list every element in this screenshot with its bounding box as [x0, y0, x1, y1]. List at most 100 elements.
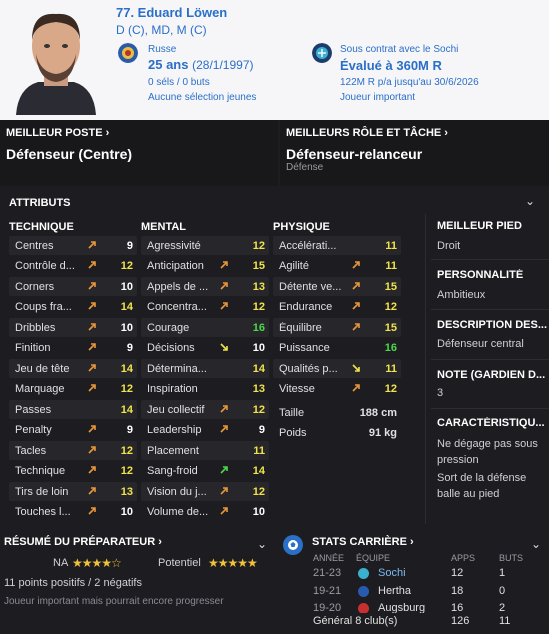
attribute-name: Technique	[15, 465, 66, 477]
attribute-value: 12	[252, 403, 265, 416]
mental-title: MENTAL	[141, 221, 187, 233]
attribute-value: 11	[385, 260, 397, 272]
attribute-row-physique[interactable]: Équilibre 15	[273, 318, 401, 337]
attribute-row-technique[interactable]: Dribbles 10	[9, 318, 137, 337]
attribute-row-mental[interactable]: Vision du j... 12	[141, 482, 269, 501]
club-badge-icon	[312, 43, 332, 63]
attribute-row-technique[interactable]: Contrôle d... 12	[9, 257, 137, 276]
attribute-row-technique[interactable]: Passes 14	[9, 400, 137, 419]
attribute-value: 15	[252, 260, 265, 272]
attribute-row-mental[interactable]: Appels de ... 13	[141, 277, 269, 296]
trend-arrow-icon	[87, 506, 97, 518]
trend-arrow-icon	[87, 301, 97, 313]
contract-club[interactable]: Sous contrat avec le Sochi	[340, 44, 458, 55]
attribute-name: Contrôle d...	[15, 260, 75, 272]
trend-arrow-icon	[219, 342, 229, 354]
attribute-name: Jeu de tête	[15, 362, 70, 375]
media-description-label: DESCRIPTION DES...	[437, 319, 547, 331]
attribute-value: 10	[120, 280, 133, 293]
total-goals: 11	[499, 615, 511, 627]
attribute-row-physique[interactable]: Détente ve... 15	[273, 277, 401, 296]
attribute-row-technique[interactable]: Technique 12	[9, 462, 137, 481]
trend-arrow-icon	[219, 465, 229, 477]
goalkeeper-rating-label: NOTE (GARDIEN D...	[437, 369, 546, 381]
attribute-row-mental[interactable]: Détermina... 14	[141, 359, 269, 378]
best-position-panel[interactable]: MEILLEUR POSTE › Défenseur (Centre)	[0, 120, 278, 186]
trend-arrow-icon	[351, 383, 361, 395]
trait-2: Sort de la défense balle au pied	[437, 472, 527, 500]
youth-caps: Aucune sélection jeunes	[148, 92, 257, 103]
attribute-row-mental[interactable]: Décisions 10	[141, 339, 269, 358]
attribute-name: Volume de...	[147, 506, 209, 518]
trend-arrow-icon	[219, 506, 229, 518]
attribute-row-technique[interactable]: Tacles 12	[9, 441, 137, 460]
attribute-row-mental[interactable]: Inspiration 13	[141, 380, 269, 399]
attribute-row-technique[interactable]: Marquage 12	[9, 380, 137, 399]
attribute-name: Placement	[147, 444, 199, 457]
attribute-row-mental[interactable]: Anticipation 15	[141, 257, 269, 276]
attribute-row-technique[interactable]: Corners 10	[9, 277, 137, 296]
attribute-row-technique[interactable]: Touches l... 10	[9, 503, 137, 522]
attribute-row-mental[interactable]: Volume de... 10	[141, 503, 269, 522]
attribute-value: 13	[252, 280, 265, 293]
col-club: ÉQUIPE	[356, 553, 391, 563]
weight-value: 91 kg	[368, 426, 397, 439]
attribute-row-technique[interactable]: Coups fra... 14	[9, 298, 137, 317]
attribute-name: Touches l...	[15, 506, 71, 518]
nationality[interactable]: Russe	[148, 44, 176, 55]
personality-value: Ambitieux	[437, 289, 486, 301]
attribute-value: 11	[385, 239, 397, 252]
coach-report-panel[interactable]: RÉSUMÉ DU PRÉPARATEUR › ⌄ NA ★★★★☆ Poten…	[0, 528, 277, 634]
chevron-right-icon: ›	[444, 127, 448, 139]
trend-arrow-icon	[219, 424, 229, 436]
chevron-down-icon[interactable]: ⌄	[531, 537, 541, 551]
attributes-title: ATTRIBUTS	[9, 197, 71, 209]
attribute-name: Décisions	[147, 342, 195, 354]
career-stats-title: STATS CARRIÈRE ›	[312, 536, 414, 548]
attribute-row-technique[interactable]: Tirs de loin 13	[9, 482, 137, 501]
trait-1: Ne dégage pas sous pression	[437, 438, 538, 466]
attribute-value: 12	[252, 485, 265, 498]
attribute-row-technique[interactable]: Jeu de tête 14	[9, 359, 137, 378]
chevron-down-icon[interactable]: ⌄	[525, 194, 535, 208]
attribute-row-technique[interactable]: Finition 9	[9, 339, 137, 358]
attribute-row-mental[interactable]: Sang-froid 14	[141, 462, 269, 481]
attribute-value: 12	[120, 260, 133, 272]
chevron-right-icon: ›	[158, 536, 162, 548]
player-name[interactable]: 77. Eduard Löwen	[116, 5, 227, 20]
total-label: Général 8 club(s)	[313, 615, 398, 627]
attribute-row-technique[interactable]: Centres 9	[9, 236, 137, 255]
chevron-down-icon[interactable]: ⌄	[257, 537, 267, 551]
trend-arrow-icon	[87, 486, 97, 498]
attributes-header[interactable]: ATTRIBUTS ⌄	[0, 192, 549, 214]
attribute-value: 11	[253, 444, 265, 457]
attribute-row-mental[interactable]: Placement 11	[141, 441, 269, 460]
trend-arrow-icon	[87, 342, 97, 354]
attribute-row-technique[interactable]: Penalty 9	[9, 421, 137, 440]
attribute-row-physique[interactable]: Accélérati... 11	[273, 236, 401, 255]
attribute-row-physique[interactable]: Vitesse 12	[273, 380, 401, 399]
player-photo	[8, 2, 104, 115]
attribute-value: 12	[120, 465, 133, 477]
attribute-row-physique[interactable]: Endurance 12	[273, 298, 401, 317]
attribute-row-mental[interactable]: Concentra... 12	[141, 298, 269, 317]
attribute-name: Accélérati...	[279, 239, 337, 252]
attribute-value: 9	[126, 424, 133, 436]
trend-arrow-icon	[351, 281, 361, 293]
attribute-row-mental[interactable]: Courage 16	[141, 318, 269, 337]
attribute-row-mental[interactable]: Agressivité 12	[141, 236, 269, 255]
attribute-row-mental[interactable]: Jeu collectif 12	[141, 400, 269, 419]
attribute-row-mental[interactable]: Leadership 9	[141, 421, 269, 440]
attribute-name: Finition	[15, 342, 51, 354]
trend-arrow-icon	[87, 281, 97, 293]
attribute-row-physique[interactable]: Agilité 11	[273, 257, 401, 276]
attribute-name: Puissance	[279, 342, 330, 354]
attribute-row-physique[interactable]: Qualités p... 11	[273, 359, 401, 378]
attribute-row-physique[interactable]: Puissance 16	[273, 339, 401, 358]
best-role-panel[interactable]: MEILLEURS RÔLE ET TÂCHE › Défenseur-rela…	[280, 120, 549, 186]
attribute-value: 10	[252, 506, 265, 518]
nationality-flag-icon	[118, 43, 138, 63]
goalkeeper-rating-value: 3	[437, 387, 444, 399]
attribute-name: Équilibre	[279, 321, 322, 334]
trend-arrow-icon	[219, 301, 229, 313]
